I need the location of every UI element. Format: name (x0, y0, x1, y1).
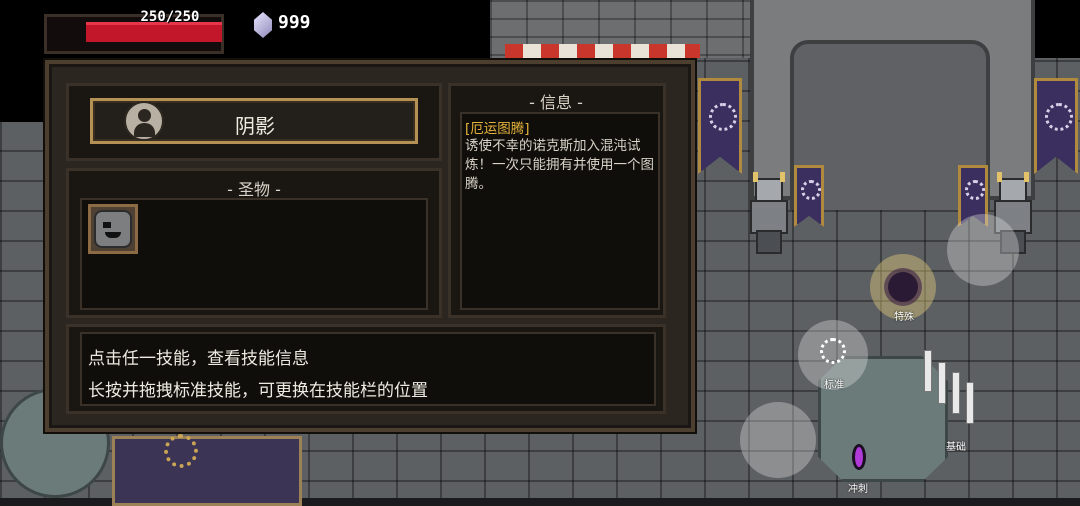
carpet (112, 436, 302, 506)
hp-text: 250/250 (140, 9, 200, 25)
tip-line: 点击任一技能，查看技能信息 (88, 349, 309, 369)
movement-joystick[interactable] (740, 402, 816, 478)
standard-label: 标准 (824, 380, 844, 391)
skill-name: 阴影 (235, 114, 275, 138)
basic-label: 基础 (946, 442, 966, 453)
knight-guard-left (746, 172, 788, 254)
hp-bar (86, 22, 222, 42)
sword-icon (966, 382, 974, 424)
relic-title: - 圣物 - (227, 180, 281, 199)
tip-line: 长按并拖拽标准技能，可更换在技能栏的位置 (88, 381, 428, 401)
standard-skill-icon (820, 338, 846, 364)
gem-count: 999 (278, 12, 311, 33)
market-awning (505, 44, 700, 58)
dash-button[interactable] (852, 444, 866, 470)
dash-label: 冲刺 (848, 484, 868, 495)
doom-totem-icon (94, 210, 132, 248)
sword-icon (938, 362, 946, 404)
character-portrait-icon (124, 101, 164, 141)
sword-icon (924, 350, 932, 392)
special-label: 特殊 (894, 312, 914, 323)
shadow-orb-icon (888, 272, 918, 302)
sword-icon (952, 372, 960, 414)
carpet-emblem-icon (164, 434, 198, 468)
info-item-name: [厄运图腾] (465, 121, 530, 137)
basic-attack-button[interactable] (920, 350, 990, 430)
info-description: 诱使不幸的诺克斯加入混沌试炼！一次只能拥有并使用一个图腾。 (465, 138, 654, 192)
joystick-ghost (947, 214, 1019, 286)
info-title: - 信息 - (529, 93, 583, 112)
